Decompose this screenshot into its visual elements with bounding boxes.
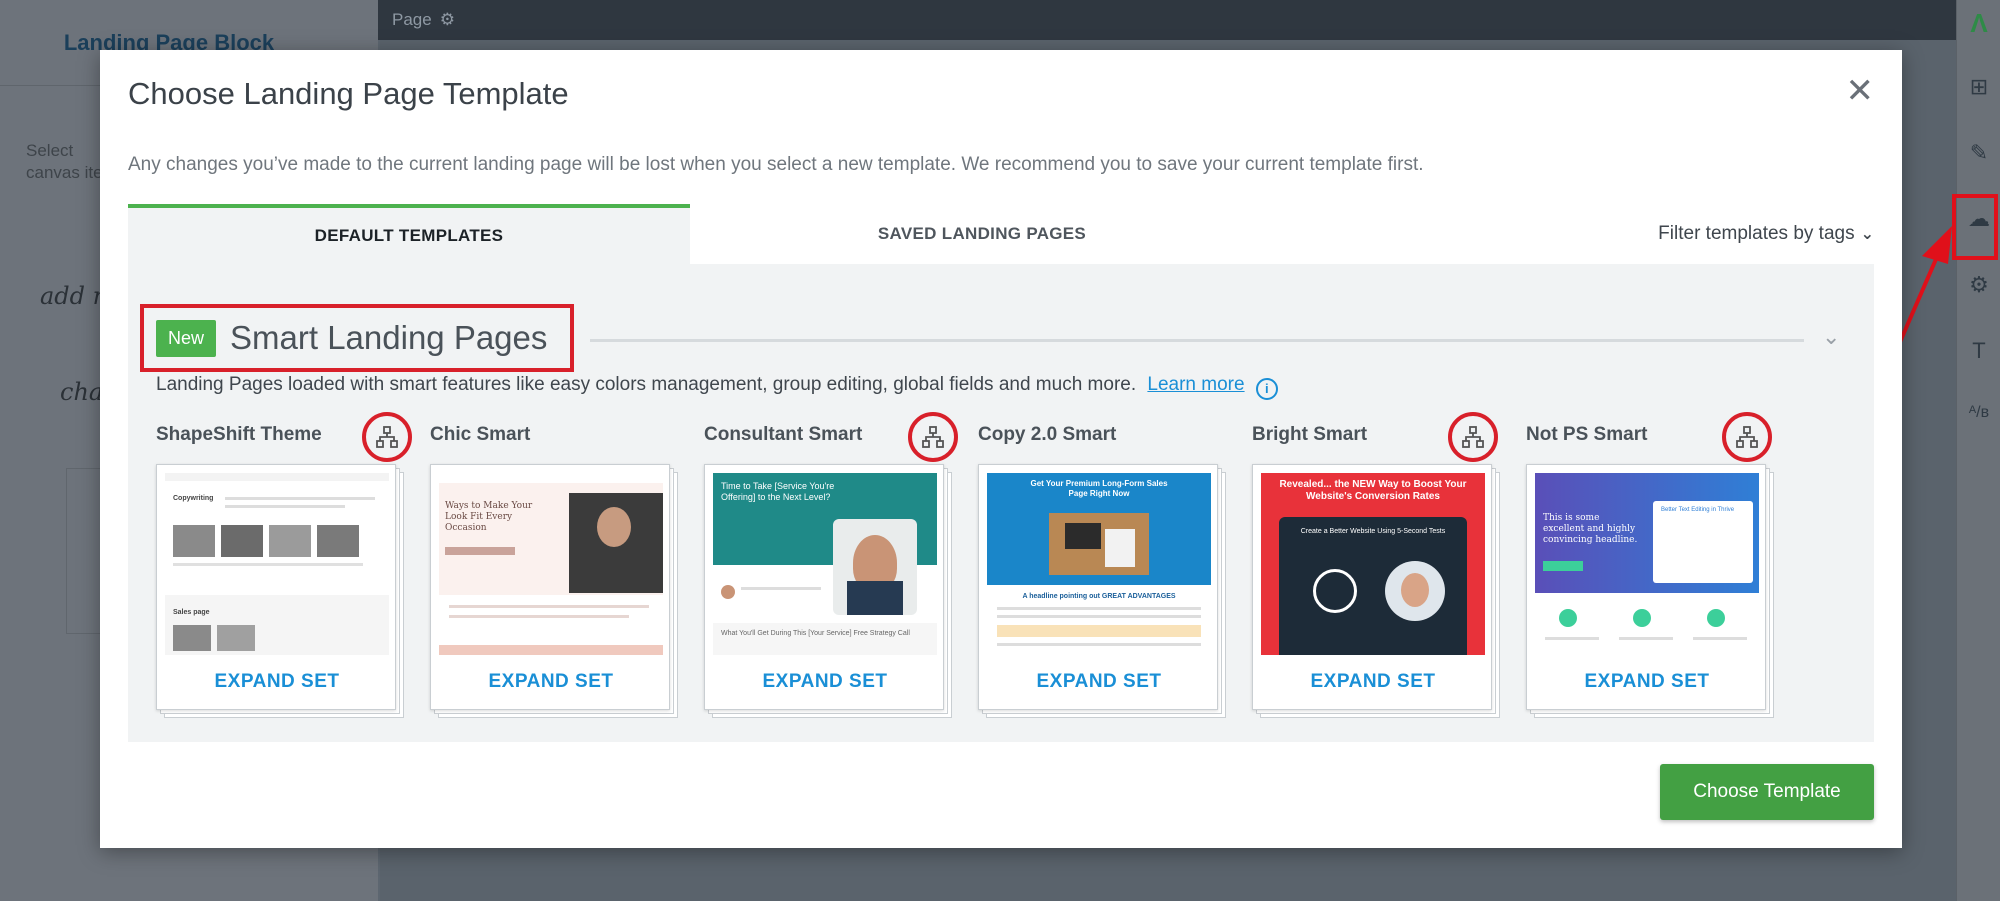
section-title: Smart Landing Pages: [230, 319, 548, 356]
filter-by-tags-dropdown[interactable]: Filter templates by tags ⌄: [1658, 204, 1874, 264]
template-name: ShapeShift Theme: [156, 424, 322, 445]
section-description: Landing Pages loaded with smart features…: [156, 374, 1278, 400]
new-badge: New: [156, 319, 217, 357]
structure-icon[interactable]: [362, 412, 412, 462]
template-preview-stack[interactable]: Revealed... the NEW Way to Boost Your We…: [1252, 464, 1500, 718]
template-thumbnail: Time to Take [Service You're Offering] t…: [713, 473, 937, 655]
template-thumbnail: Get Your Premium Long-Form Sales Page Ri…: [987, 473, 1211, 655]
expand-set-button[interactable]: EXPAND SET: [431, 671, 671, 693]
template-preview-stack[interactable]: Time to Take [Service You're Offering] t…: [704, 464, 952, 718]
template-name: Bright Smart: [1252, 424, 1368, 445]
choose-template-modal: Choose Landing Page Template ✕ Any chang…: [100, 50, 1902, 848]
expand-set-button[interactable]: EXPAND SET: [705, 671, 945, 693]
close-icon[interactable]: ✕: [1846, 74, 1875, 108]
settings-gear-icon[interactable]: ⚙: [1957, 272, 2000, 298]
expand-set-button[interactable]: EXPAND SET: [157, 671, 397, 693]
topbar-page-label: Page: [392, 10, 432, 29]
expand-set-button[interactable]: EXPAND SET: [1253, 671, 1493, 693]
section-description-text: Landing Pages loaded with smart features…: [156, 374, 1137, 395]
ab-test-icon[interactable]: ᴬ/ʙ: [1957, 404, 2000, 422]
template-preview-stack[interactable]: This is some excellent and highly convin…: [1526, 464, 1774, 718]
choose-template-button[interactable]: Choose Template: [1660, 764, 1874, 820]
template-thumbnail: Copywriting Sales page: [165, 473, 389, 655]
structure-icon[interactable]: [1448, 412, 1498, 462]
collapse-chevron-icon[interactable]: ⌄: [1822, 324, 1840, 350]
modal-warning-text: Any changes you’ve made to the current l…: [128, 154, 1424, 175]
learn-more-link[interactable]: Learn more: [1147, 374, 1244, 395]
template-preview-stack[interactable]: Get Your Premium Long-Form Sales Page Ri…: [978, 464, 1226, 718]
filter-label: Filter templates by tags: [1658, 223, 1855, 244]
template-name: Consultant Smart: [704, 424, 863, 445]
template-name: Not PS Smart: [1526, 424, 1648, 445]
tab-default-templates[interactable]: DEFAULT TEMPLATES: [128, 204, 690, 264]
gear-icon[interactable]: ⚙: [440, 10, 455, 30]
modal-title: Choose Landing Page Template: [128, 76, 569, 111]
template-thumbnail: This is some excellent and highly convin…: [1535, 473, 1759, 655]
editor-topbar: Page ⚙: [378, 0, 1956, 40]
section-header-highlighted: New Smart Landing Pages: [140, 304, 574, 372]
add-element-icon[interactable]: ⊞: [1957, 74, 2000, 100]
template-preview-stack[interactable]: Copywriting Sales page EXPAND SET: [156, 464, 404, 718]
template-thumbnail: Revealed... the NEW Way to Boost Your We…: [1261, 473, 1485, 655]
brush-icon[interactable]: ✎: [1957, 140, 2000, 166]
chevron-down-icon: ⌄: [1860, 226, 1874, 243]
template-name: Copy 2.0 Smart: [978, 424, 1117, 445]
structure-icon[interactable]: [908, 412, 958, 462]
typography-icon[interactable]: T: [1957, 338, 2000, 364]
expand-set-button[interactable]: EXPAND SET: [1527, 671, 1767, 693]
template-preview-stack[interactable]: Ways to Make Your Look Fit Every Occasio…: [430, 464, 678, 718]
section-divider: [590, 339, 1804, 342]
structure-icon[interactable]: [1722, 412, 1772, 462]
templates-content: New Smart Landing Pages ⌄ Landing Pages …: [128, 264, 1874, 742]
template-tabs: DEFAULT TEMPLATES SAVED LANDING PAGES Fi…: [128, 204, 1874, 264]
expand-set-button[interactable]: EXPAND SET: [979, 671, 1219, 693]
template-name: Chic Smart: [430, 424, 531, 445]
editor-right-rail: Λ ⊞ ✎ ☁ ⚙ T ᴬ/ʙ: [1956, 0, 2000, 901]
info-icon[interactable]: i: [1255, 378, 1278, 400]
thrive-logo-icon: Λ: [1970, 8, 1988, 38]
tab-saved-landing-pages[interactable]: SAVED LANDING PAGES: [690, 204, 1274, 264]
template-thumbnail: Ways to Make Your Look Fit Every Occasio…: [439, 473, 663, 655]
